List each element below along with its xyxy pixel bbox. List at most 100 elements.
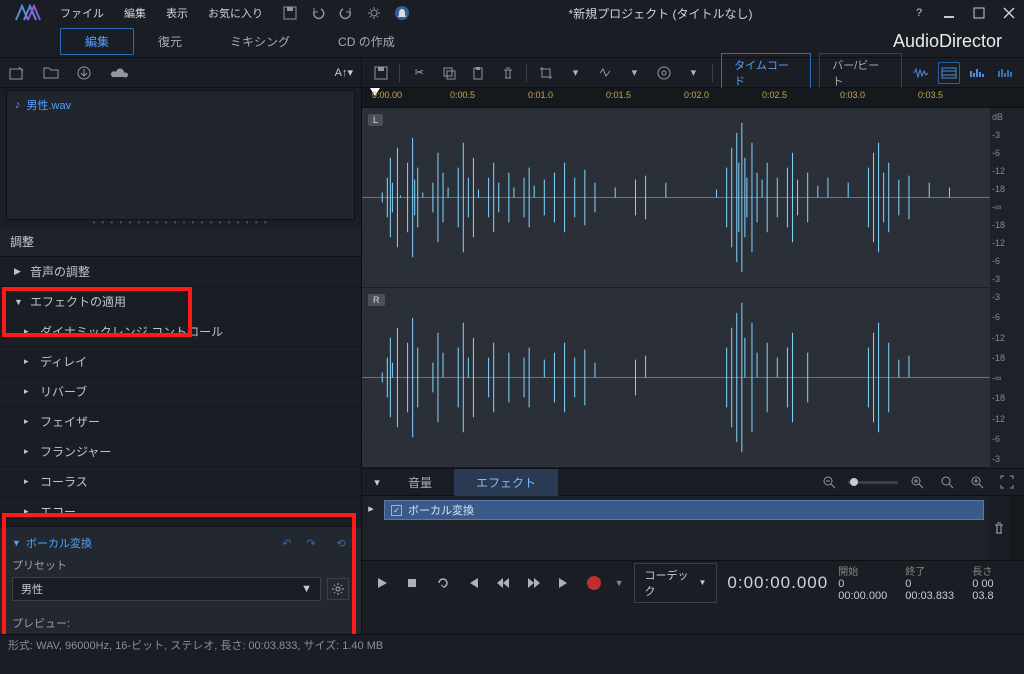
fx-tabs: ▾ 音量 エフェクト xyxy=(362,468,1024,496)
import-file-icon[interactable] xyxy=(8,64,26,82)
paste-icon[interactable] xyxy=(467,62,488,84)
vocal-redo-icon[interactable]: ↷ xyxy=(303,535,319,551)
preview-label: プレビュー: xyxy=(12,615,349,631)
view-spectral-icon[interactable] xyxy=(938,62,960,84)
tree-delay[interactable]: ▸ディレイ xyxy=(0,347,361,377)
record-menu-icon[interactable]: ▼ xyxy=(615,578,624,588)
tab-mix[interactable]: ミキシング xyxy=(206,29,314,54)
time-end: 終了 0 00:03.833 xyxy=(905,563,958,602)
settings-icon[interactable] xyxy=(365,4,383,22)
prev-icon[interactable] xyxy=(463,572,483,594)
maximize-icon[interactable] xyxy=(970,4,988,22)
zoom-fit-icon[interactable] xyxy=(936,471,958,493)
app-logo xyxy=(6,0,50,26)
fx-tab-volume[interactable]: 音量 xyxy=(386,469,454,496)
close-icon[interactable] xyxy=(1000,4,1018,22)
save-icon[interactable] xyxy=(370,62,391,84)
vocal-reset-icon[interactable]: ⟲ xyxy=(333,535,349,551)
fx-tab-effects[interactable]: エフェクト xyxy=(454,469,558,496)
tree-echo[interactable]: ▸エコー xyxy=(0,497,361,527)
tree-chorus[interactable]: ▸コーラス xyxy=(0,467,361,497)
normalize-icon[interactable] xyxy=(594,62,615,84)
fx-lane-toggle[interactable]: ▸ xyxy=(362,496,380,560)
file-item[interactable]: ♪ 男性.wav xyxy=(11,95,350,115)
disc-menu-icon[interactable]: ▾ xyxy=(683,62,704,84)
zoom-in-icon[interactable] xyxy=(906,471,928,493)
title-bar: ファイル 編集 表示 お気に入り *新規プロジェクト (タイトルなし) ? xyxy=(0,0,1024,26)
editor-toolbar: ✂ ▾ ▾ ▾ タイムコード バー/ビート xyxy=(362,58,1024,88)
crop-icon[interactable] xyxy=(535,62,556,84)
menu-file[interactable]: ファイル xyxy=(50,1,114,25)
tab-edit[interactable]: 編集 xyxy=(60,28,134,55)
waveform-right[interactable]: R xyxy=(362,288,990,468)
zoom-slider[interactable] xyxy=(848,481,898,484)
tree-dynamic[interactable]: ▸ダイナミックレンジ コントロール xyxy=(0,317,361,347)
cut-icon[interactable]: ✂ xyxy=(408,62,429,84)
range-icon[interactable]: ▾ xyxy=(565,62,586,84)
library-toolbar: A↑▾ xyxy=(0,58,361,88)
pill-timecode[interactable]: タイムコード xyxy=(721,53,811,93)
preset-label: プリセット xyxy=(12,557,349,573)
codec-button[interactable]: コーデック▼ xyxy=(634,563,718,603)
loop-icon[interactable] xyxy=(433,572,453,594)
transport-bar: ▼ コーデック▼ 0:00:00.000 開始 0 00:00.000 終了 0… xyxy=(362,560,1024,604)
zoom-out-icon[interactable] xyxy=(818,471,840,493)
tree-flanger[interactable]: ▸フランジャー xyxy=(0,437,361,467)
time-start: 開始 0 00:00.000 xyxy=(838,563,891,602)
timeline-ruler[interactable]: 0:00.00 0:00.5 0:01.0 0:01.5 0:02.0 0:02… xyxy=(362,88,1024,108)
import-folder-icon[interactable] xyxy=(42,64,60,82)
help-icon[interactable]: ? xyxy=(910,4,928,22)
tree-phaser[interactable]: ▸フェイザー xyxy=(0,407,361,437)
menu-edit[interactable]: 編集 xyxy=(114,1,156,25)
delete-icon[interactable] xyxy=(497,62,518,84)
play-icon[interactable] xyxy=(372,572,392,594)
copy-icon[interactable] xyxy=(438,62,459,84)
tree-reverb[interactable]: ▸リバーブ xyxy=(0,377,361,407)
zoom-selection-icon[interactable] xyxy=(966,471,988,493)
music-note-icon: ♪ xyxy=(15,99,21,111)
forward-icon[interactable] xyxy=(524,572,544,594)
tab-cd[interactable]: CD の作成 xyxy=(314,29,419,54)
sort-button[interactable]: A↑▾ xyxy=(335,66,353,79)
preset-settings-icon[interactable] xyxy=(327,578,349,600)
minimize-icon[interactable] xyxy=(940,4,958,22)
db-scale: dB -3 -6 -12 -18 -∞ -18 -12 -6 -3 -3 -6 … xyxy=(990,108,1024,468)
fx-clip[interactable]: ✓ ボーカル変換 xyxy=(384,500,984,520)
tree-audio-adjust[interactable]: ▶音声の調整 xyxy=(0,257,361,287)
disc-icon[interactable] xyxy=(653,62,674,84)
rewind-icon[interactable] xyxy=(493,572,513,594)
menu-view[interactable]: 表示 xyxy=(156,1,198,25)
fullscreen-icon[interactable] xyxy=(996,471,1018,493)
fx-scrollbar[interactable] xyxy=(1010,496,1024,560)
preset-select[interactable]: 男性 ▼ xyxy=(12,577,321,601)
view-bars-icon[interactable] xyxy=(994,62,1016,84)
undo-icon[interactable] xyxy=(309,4,327,22)
next-icon[interactable] xyxy=(554,572,574,594)
menu-favorites[interactable]: お気に入り xyxy=(198,1,273,25)
checkbox-icon[interactable]: ✓ xyxy=(391,505,402,516)
fx-collapse-icon[interactable]: ▾ xyxy=(368,476,386,489)
stop-icon[interactable] xyxy=(402,572,422,594)
save-icon[interactable] xyxy=(281,4,299,22)
pill-barbeat[interactable]: バー/ビート xyxy=(819,53,902,93)
channel-badge-right: R xyxy=(368,294,385,306)
cloud-icon[interactable] xyxy=(110,64,128,82)
redo-icon[interactable] xyxy=(337,4,355,22)
time-position: 0:00:00.000 xyxy=(727,573,828,593)
window-title: *新規プロジェクト (タイトルなし) xyxy=(411,5,910,22)
waveform-area[interactable]: L R xyxy=(362,108,1024,468)
tree-apply-effects[interactable]: ▼エフェクトの適用 xyxy=(0,287,361,317)
menu-bar: ファイル 編集 表示 お気に入り xyxy=(50,1,273,25)
vocal-undo-icon[interactable]: ↶ xyxy=(279,535,295,551)
download-icon[interactable] xyxy=(76,64,94,82)
file-name: 男性.wav xyxy=(27,97,72,113)
adjust-header: 調整 xyxy=(0,227,361,257)
range2-icon[interactable]: ▾ xyxy=(624,62,645,84)
tab-restore[interactable]: 復元 xyxy=(134,29,206,54)
notification-icon[interactable] xyxy=(393,4,411,22)
view-meter-icon[interactable] xyxy=(966,62,988,84)
record-icon[interactable] xyxy=(584,572,604,594)
waveform-left[interactable]: L xyxy=(362,108,990,288)
view-wave-icon[interactable] xyxy=(910,62,932,84)
fx-delete-icon[interactable] xyxy=(988,496,1010,560)
